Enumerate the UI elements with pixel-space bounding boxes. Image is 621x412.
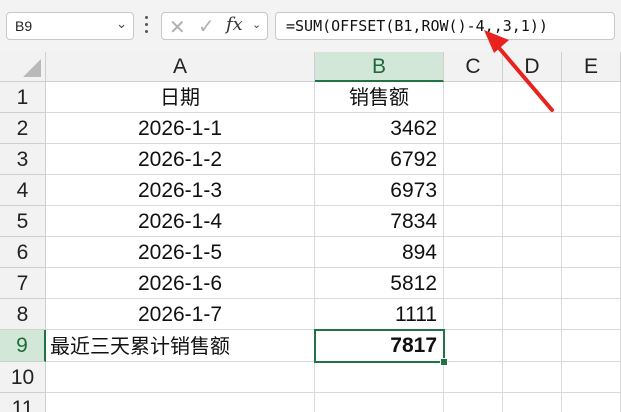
row-header-9[interactable]: 9 (0, 330, 46, 362)
spreadsheet-window: B9 ⌄ ✕ ✓ fx ⌄ =SUM(OFFSET(B1,ROW()-4,,3,… (0, 0, 621, 412)
cell-a5[interactable]: 2026-1-4 (46, 206, 315, 237)
cell-c11[interactable] (444, 393, 503, 412)
cell-d11[interactable] (503, 393, 562, 412)
cell-d2[interactable] (503, 113, 562, 144)
enter-icon[interactable]: ✓ (198, 14, 215, 38)
row-header-2[interactable]: 2 (0, 113, 46, 144)
cell-d8[interactable] (503, 299, 562, 330)
cell-a4[interactable]: 2026-1-3 (46, 175, 315, 206)
cell-d9[interactable] (503, 330, 562, 362)
cell-c3[interactable] (444, 144, 503, 175)
formula-input[interactable]: =SUM(OFFSET(B1,ROW()-4,,3,1)) (275, 12, 615, 40)
row-header-11[interactable]: 11 (0, 393, 46, 412)
row-header-1[interactable]: 1 (0, 82, 46, 113)
cell-c4[interactable] (444, 175, 503, 206)
row-header-6[interactable]: 6 (0, 237, 46, 268)
cell-c1[interactable] (444, 82, 503, 113)
select-all-corner[interactable] (0, 52, 46, 82)
cell-a7[interactable]: 2026-1-6 (46, 268, 315, 299)
cell-e9[interactable] (562, 330, 621, 362)
cell-d4[interactable] (503, 175, 562, 206)
row-header-8[interactable]: 8 (0, 299, 46, 330)
cell-e11[interactable] (562, 393, 621, 412)
chevron-down-icon[interactable]: ⌄ (252, 18, 261, 31)
cell-e7[interactable] (562, 268, 621, 299)
cell-a3[interactable]: 2026-1-2 (46, 144, 315, 175)
column-header-d[interactable]: D (503, 52, 562, 82)
select-all-icon (23, 59, 41, 77)
cell-d5[interactable] (503, 206, 562, 237)
row-header-5[interactable]: 5 (0, 206, 46, 237)
cell-c9[interactable] (444, 330, 503, 362)
cell-d6[interactable] (503, 237, 562, 268)
cell-e2[interactable] (562, 113, 621, 144)
cell-d7[interactable] (503, 268, 562, 299)
cell-a6[interactable]: 2026-1-5 (46, 237, 315, 268)
cell-b2[interactable]: 3462 (315, 113, 444, 144)
cell-b11[interactable] (315, 393, 444, 412)
cell-b1[interactable]: 销售额 (315, 82, 444, 113)
cell-e8[interactable] (562, 299, 621, 330)
cancel-icon[interactable]: ✕ (169, 15, 186, 39)
cell-a9[interactable]: 最近三天累计销售额 (46, 330, 315, 362)
column-header-a[interactable]: A (46, 52, 315, 82)
cell-e3[interactable] (562, 144, 621, 175)
column-header-b[interactable]: B (315, 52, 444, 82)
cell-e10[interactable] (562, 362, 621, 393)
vertical-dots-icon[interactable] (145, 16, 149, 36)
formula-bar: B9 ⌄ ✕ ✓ fx ⌄ =SUM(OFFSET(B1,ROW()-4,,3,… (0, 0, 621, 53)
cell-a10[interactable] (46, 362, 315, 393)
fill-handle[interactable] (440, 358, 448, 366)
insert-function-icon[interactable]: fx (226, 14, 243, 35)
row-header-10[interactable]: 10 (0, 362, 46, 393)
cell-d3[interactable] (503, 144, 562, 175)
name-box[interactable]: B9 ⌄ (6, 12, 134, 40)
cell-c6[interactable] (444, 237, 503, 268)
cell-a1[interactable]: 日期 (46, 82, 315, 113)
row-header-7[interactable]: 7 (0, 268, 46, 299)
row-header-4[interactable]: 4 (0, 175, 46, 206)
cell-a8[interactable]: 2026-1-7 (46, 299, 315, 330)
chevron-down-icon[interactable]: ⌄ (116, 17, 127, 32)
cell-e4[interactable] (562, 175, 621, 206)
formula-text[interactable]: =SUM(OFFSET(B1,ROW()-4,,3,1)) (286, 17, 548, 35)
cell-a2[interactable]: 2026-1-1 (46, 113, 315, 144)
cell-e6[interactable] (562, 237, 621, 268)
cell-b5[interactable]: 7834 (315, 206, 444, 237)
cell-b4[interactable]: 6973 (315, 175, 444, 206)
cell-c5[interactable] (444, 206, 503, 237)
cell-b8[interactable]: 1111 (315, 299, 444, 330)
cell-b6[interactable]: 894 (315, 237, 444, 268)
cell-b9[interactable]: 7817 (315, 330, 444, 362)
cell-c10[interactable] (444, 362, 503, 393)
formula-controls: ✕ ✓ fx ⌄ (161, 12, 268, 40)
column-header-c[interactable]: C (444, 52, 503, 82)
cell-c8[interactable] (444, 299, 503, 330)
cell-b10[interactable] (315, 362, 444, 393)
cell-c7[interactable] (444, 268, 503, 299)
cell-b3[interactable]: 6792 (315, 144, 444, 175)
cell-a11[interactable] (46, 393, 315, 412)
cell-c2[interactable] (444, 113, 503, 144)
cell-d10[interactable] (503, 362, 562, 393)
cell-b7[interactable]: 5812 (315, 268, 444, 299)
column-header-e[interactable]: E (562, 52, 621, 82)
name-box-value[interactable]: B9 (15, 18, 32, 34)
cell-e1[interactable] (562, 82, 621, 113)
cell-e5[interactable] (562, 206, 621, 237)
cell-d1[interactable] (503, 82, 562, 113)
row-header-3[interactable]: 3 (0, 144, 46, 175)
